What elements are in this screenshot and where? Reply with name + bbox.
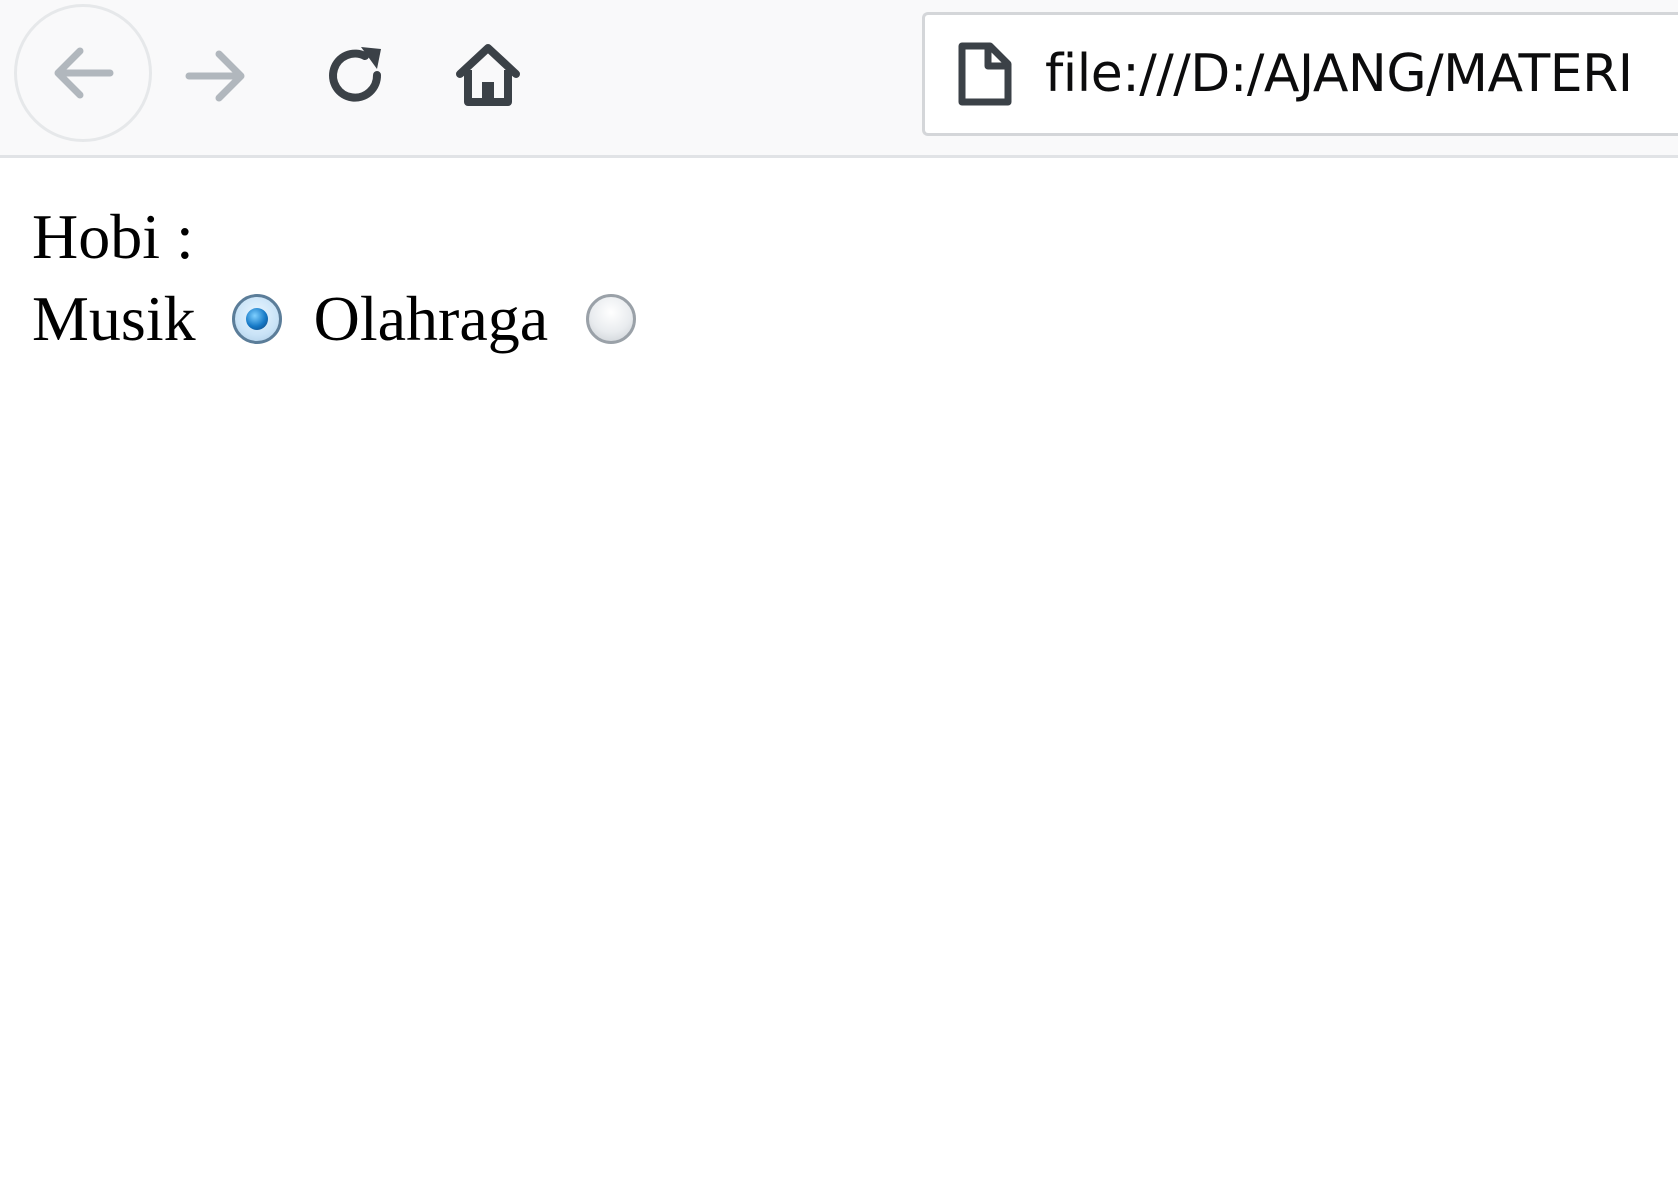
forward-button[interactable]: [176, 36, 256, 116]
back-arrow-icon: [54, 47, 114, 99]
option-olahraga-label: Olahraga: [313, 283, 549, 354]
back-button[interactable]: [14, 4, 152, 142]
browser-toolbar: file:///D:/AJANG/MATERI: [0, 0, 1678, 158]
home-icon: [456, 44, 520, 106]
hobby-options-row: Musik Olahraga: [32, 278, 637, 360]
reload-icon: [329, 47, 382, 102]
page-content: Hobi : Musik Olahraga: [32, 196, 637, 360]
olahraga-radio[interactable]: [586, 294, 637, 344]
page-icon: [951, 39, 1017, 109]
option-musik-label: Musik: [32, 283, 196, 354]
address-bar[interactable]: file:///D:/AJANG/MATERI: [922, 12, 1678, 136]
musik-radio[interactable]: [231, 294, 282, 344]
forward-arrow-icon: [185, 50, 245, 102]
reload-button[interactable]: [316, 36, 396, 116]
hobby-label-row: Hobi :: [32, 196, 636, 278]
hobby-label: Hobi :: [32, 201, 194, 272]
url-text[interactable]: file:///D:/AJANG/MATERI: [1045, 44, 1633, 104]
home-button[interactable]: [448, 34, 528, 114]
